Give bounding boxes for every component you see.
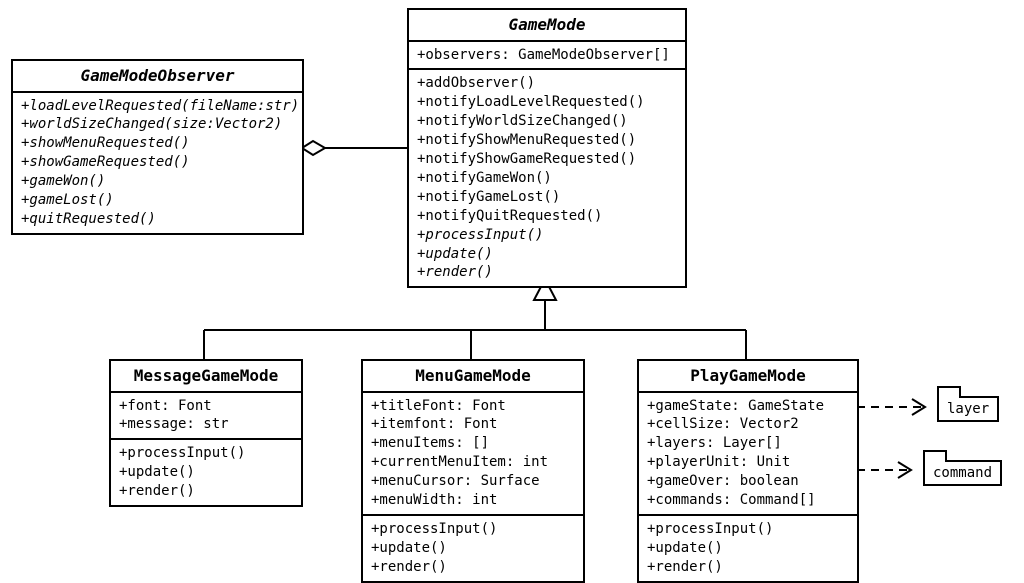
method: +quitRequested()	[21, 210, 294, 229]
method: +notifyShowGameRequested()	[417, 150, 677, 169]
method: +render()	[371, 558, 575, 577]
class-title: GameModeObserver	[13, 61, 302, 93]
attr: +itemfont: Font	[371, 415, 575, 434]
package-tab-icon	[923, 450, 947, 462]
method: +notifyLoadLevelRequested()	[417, 93, 677, 112]
method: +notifyShowMenuRequested()	[417, 131, 677, 150]
method: +loadLevelRequested(fileName:str)	[21, 97, 294, 116]
class-message-game-mode: MessageGameMode +font: Font +message: st…	[109, 359, 303, 507]
attrs-section: +gameState: GameState +cellSize: Vector2…	[639, 393, 857, 514]
method: +processInput()	[371, 520, 575, 539]
class-title: MenuGameMode	[363, 361, 583, 393]
method: +update()	[647, 539, 849, 558]
method: +processInput()	[417, 226, 677, 245]
attr: +observers: GameModeObserver[]	[417, 46, 677, 65]
class-game-mode: GameMode +observers: GameModeObserver[] …	[407, 8, 687, 288]
package-tab-icon	[937, 386, 961, 398]
methods-section: +loadLevelRequested(fileName:str) +world…	[13, 93, 302, 233]
class-title: PlayGameMode	[639, 361, 857, 393]
attrs-section: +font: Font +message: str	[111, 393, 301, 439]
attr: +commands: Command[]	[647, 491, 849, 510]
attr: +gameState: GameState	[647, 397, 849, 416]
method: +gameLost()	[21, 191, 294, 210]
attrs-section: +titleFont: Font +itemfont: Font +menuIt…	[363, 393, 583, 514]
method: +notifyQuitRequested()	[417, 207, 677, 226]
attr: +currentMenuItem: int	[371, 453, 575, 472]
method: +update()	[119, 463, 293, 482]
class-play-game-mode: PlayGameMode +gameState: GameState +cell…	[637, 359, 859, 583]
dependency-play-command	[857, 462, 911, 478]
method: +showMenuRequested()	[21, 134, 294, 153]
attr: +cellSize: Vector2	[647, 415, 849, 434]
package-layer: layer	[937, 396, 999, 422]
package-label: command	[923, 460, 1002, 486]
method: +render()	[647, 558, 849, 577]
class-title: GameMode	[409, 10, 685, 42]
attr: +gameOver: boolean	[647, 472, 849, 491]
attrs-section: +observers: GameModeObserver[]	[409, 42, 685, 69]
method: +render()	[119, 482, 293, 501]
attr: +menuCursor: Surface	[371, 472, 575, 491]
method: +processInput()	[647, 520, 849, 539]
methods-section: +processInput() +update() +render()	[111, 438, 301, 505]
attr: +layers: Layer[]	[647, 434, 849, 453]
method: +notifyWorldSizeChanged()	[417, 112, 677, 131]
attr: +titleFont: Font	[371, 397, 575, 416]
attr: +font: Font	[119, 397, 293, 416]
method: +notifyGameWon()	[417, 169, 677, 188]
class-menu-game-mode: MenuGameMode +titleFont: Font +itemfont:…	[361, 359, 585, 583]
method: +worldSizeChanged(size:Vector2)	[21, 115, 294, 134]
class-game-mode-observer: GameModeObserver +loadLevelRequested(fil…	[11, 59, 304, 235]
package-label: layer	[937, 396, 999, 422]
method: +gameWon()	[21, 172, 294, 191]
method: +notifyGameLost()	[417, 188, 677, 207]
attr: +menuItems: []	[371, 434, 575, 453]
method: +update()	[371, 539, 575, 558]
attr: +menuWidth: int	[371, 491, 575, 510]
attr: +playerUnit: Unit	[647, 453, 849, 472]
generalization-gamemode	[204, 279, 746, 359]
methods-section: +addObserver() +notifyLoadLevelRequested…	[409, 68, 685, 286]
method: +addObserver()	[417, 74, 677, 93]
method: +render()	[417, 263, 677, 282]
dependency-play-layer	[857, 399, 925, 415]
method: +update()	[417, 245, 677, 264]
method: +processInput()	[119, 444, 293, 463]
method: +showGameRequested()	[21, 153, 294, 172]
aggregation-observer-gamemode	[302, 141, 407, 155]
package-command: command	[923, 460, 1002, 486]
class-title: MessageGameMode	[111, 361, 301, 393]
attr: +message: str	[119, 415, 293, 434]
